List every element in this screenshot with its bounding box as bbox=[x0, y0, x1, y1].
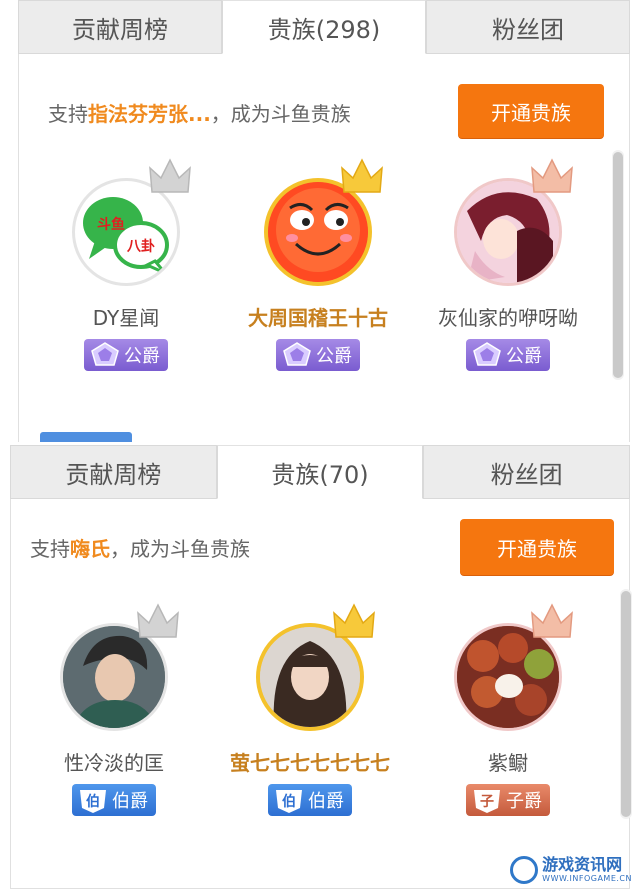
scrollbar-thumb[interactable] bbox=[613, 152, 623, 378]
nobility-panel-1: 贡献周榜 贵族(298) 粉丝团 支持 指法芬芳张... ，成为斗鱼贵族 开通贵… bbox=[0, 0, 640, 442]
open-nobility-button[interactable]: 开通贵族 bbox=[460, 519, 614, 575]
noble-user[interactable]: 斗鱼 八卦 DY星闻 公爵 bbox=[36, 158, 216, 373]
support-prefix: 支持 bbox=[30, 536, 70, 561]
earl-badge: 伯 伯爵 bbox=[268, 784, 352, 816]
scrollbar[interactable] bbox=[612, 150, 624, 380]
support-text: 支持 嗨氏 ，成为斗鱼贵族 bbox=[30, 531, 250, 563]
scrollbar[interactable] bbox=[620, 589, 632, 819]
crown-icon bbox=[531, 603, 573, 638]
earl-emblem-icon: 伯 bbox=[80, 790, 106, 813]
crown-icon bbox=[149, 158, 191, 193]
support-suffix: ，成为斗鱼贵族 bbox=[210, 101, 351, 126]
logo-text: 斗鱼 bbox=[97, 216, 125, 233]
tab-nobility[interactable]: 贵族(298) bbox=[222, 0, 426, 54]
viscount-badge: 子 子爵 bbox=[466, 784, 550, 816]
badge-label: 公爵 bbox=[506, 346, 542, 367]
duke-gem-icon bbox=[283, 342, 311, 366]
crown-icon bbox=[333, 603, 375, 638]
avatar-wrap bbox=[258, 158, 383, 296]
earl-emblem-icon: 伯 bbox=[276, 790, 302, 813]
earl-badge: 伯 伯爵 bbox=[72, 784, 156, 816]
noble-user[interactable]: 性冷淡的匡 伯 伯爵 bbox=[24, 603, 204, 818]
user-name[interactable]: 紫鳚 bbox=[418, 747, 598, 776]
crown-icon bbox=[137, 603, 179, 638]
streamer-name[interactable]: 嗨氏 bbox=[70, 533, 110, 562]
tab-bar: 贡献周榜 贵族(298) 粉丝团 bbox=[18, 0, 630, 54]
streamer-name[interactable]: 指法芬芳张... bbox=[88, 98, 211, 127]
noble-user[interactable]: 萤七七七七七七七 伯 伯爵 bbox=[220, 603, 400, 818]
emblem-char: 伯 bbox=[86, 793, 100, 810]
tab-fan-club[interactable]: 粉丝团 bbox=[426, 0, 630, 54]
nobility-panel-2: 贡献周榜 贵族(70) 粉丝团 支持 嗨氏 ，成为斗鱼贵族 开通贵族 性冷淡的匡… bbox=[0, 445, 640, 890]
tab-nobility[interactable]: 贵族(70) bbox=[216, 445, 424, 499]
avatar-wrap bbox=[448, 603, 573, 741]
emblem-char: 子 bbox=[480, 794, 494, 810]
avatar-wrap bbox=[448, 158, 573, 296]
noble-user[interactable]: 灰仙家的咿呀呦 公爵 bbox=[418, 158, 598, 373]
duke-badge: 公爵 bbox=[466, 339, 550, 371]
duke-gem-icon bbox=[473, 342, 501, 366]
open-nobility-button[interactable]: 开通贵族 bbox=[458, 84, 604, 138]
badge-label: 公爵 bbox=[316, 346, 352, 367]
tab-weekly-contribution[interactable]: 贡献周榜 bbox=[10, 445, 217, 499]
badge-label: 伯爵 bbox=[308, 791, 344, 812]
noble-user[interactable]: 大周国稽王十古 公爵 bbox=[228, 158, 408, 373]
user-name[interactable]: 性冷淡的匡 bbox=[24, 747, 204, 776]
avatar-wrap: 斗鱼 八卦 bbox=[66, 158, 191, 296]
noble-user[interactable]: 紫鳚 子 子爵 bbox=[418, 603, 598, 818]
tab-fan-club[interactable]: 粉丝团 bbox=[423, 445, 631, 499]
watermark-cn: 游戏资讯网 bbox=[542, 855, 623, 874]
support-prefix: 支持 bbox=[48, 101, 88, 126]
viscount-emblem-icon: 子 bbox=[474, 790, 500, 813]
site-watermark: 游戏资讯网 WWW.INFOGAME.CN bbox=[510, 856, 632, 884]
crown-icon bbox=[341, 158, 383, 193]
tab-bar: 贡献周榜 贵族(70) 粉丝团 bbox=[10, 445, 631, 499]
logo-text: 八卦 bbox=[126, 238, 155, 255]
badge-label: 伯爵 bbox=[112, 791, 148, 812]
watermark-en: WWW.INFOGAME.CN bbox=[542, 874, 632, 883]
avatar-wrap bbox=[54, 603, 179, 741]
partial-badge bbox=[40, 432, 132, 442]
duke-gem-icon bbox=[91, 342, 119, 366]
duke-badge: 公爵 bbox=[84, 339, 168, 371]
watermark-logo-icon bbox=[510, 856, 539, 884]
avatar-wrap bbox=[250, 603, 375, 741]
crown-icon bbox=[531, 158, 573, 193]
user-name[interactable]: 萤七七七七七七七 bbox=[220, 747, 400, 776]
watermark-text: 游戏资讯网 WWW.INFOGAME.CN bbox=[542, 857, 632, 883]
scrollbar-thumb[interactable] bbox=[621, 591, 631, 817]
support-suffix: ，成为斗鱼贵族 bbox=[110, 536, 250, 561]
badge-label: 公爵 bbox=[124, 346, 160, 367]
emblem-char: 伯 bbox=[282, 793, 296, 810]
user-name[interactable]: 灰仙家的咿呀呦 bbox=[418, 302, 598, 331]
tab-weekly-contribution[interactable]: 贡献周榜 bbox=[18, 0, 222, 54]
support-text: 支持 指法芬芳张... ，成为斗鱼贵族 bbox=[48, 96, 351, 128]
duke-badge: 公爵 bbox=[276, 339, 360, 371]
user-name[interactable]: 大周国稽王十古 bbox=[228, 302, 408, 331]
badge-label: 子爵 bbox=[506, 791, 542, 812]
user-name[interactable]: DY星闻 bbox=[36, 302, 216, 331]
